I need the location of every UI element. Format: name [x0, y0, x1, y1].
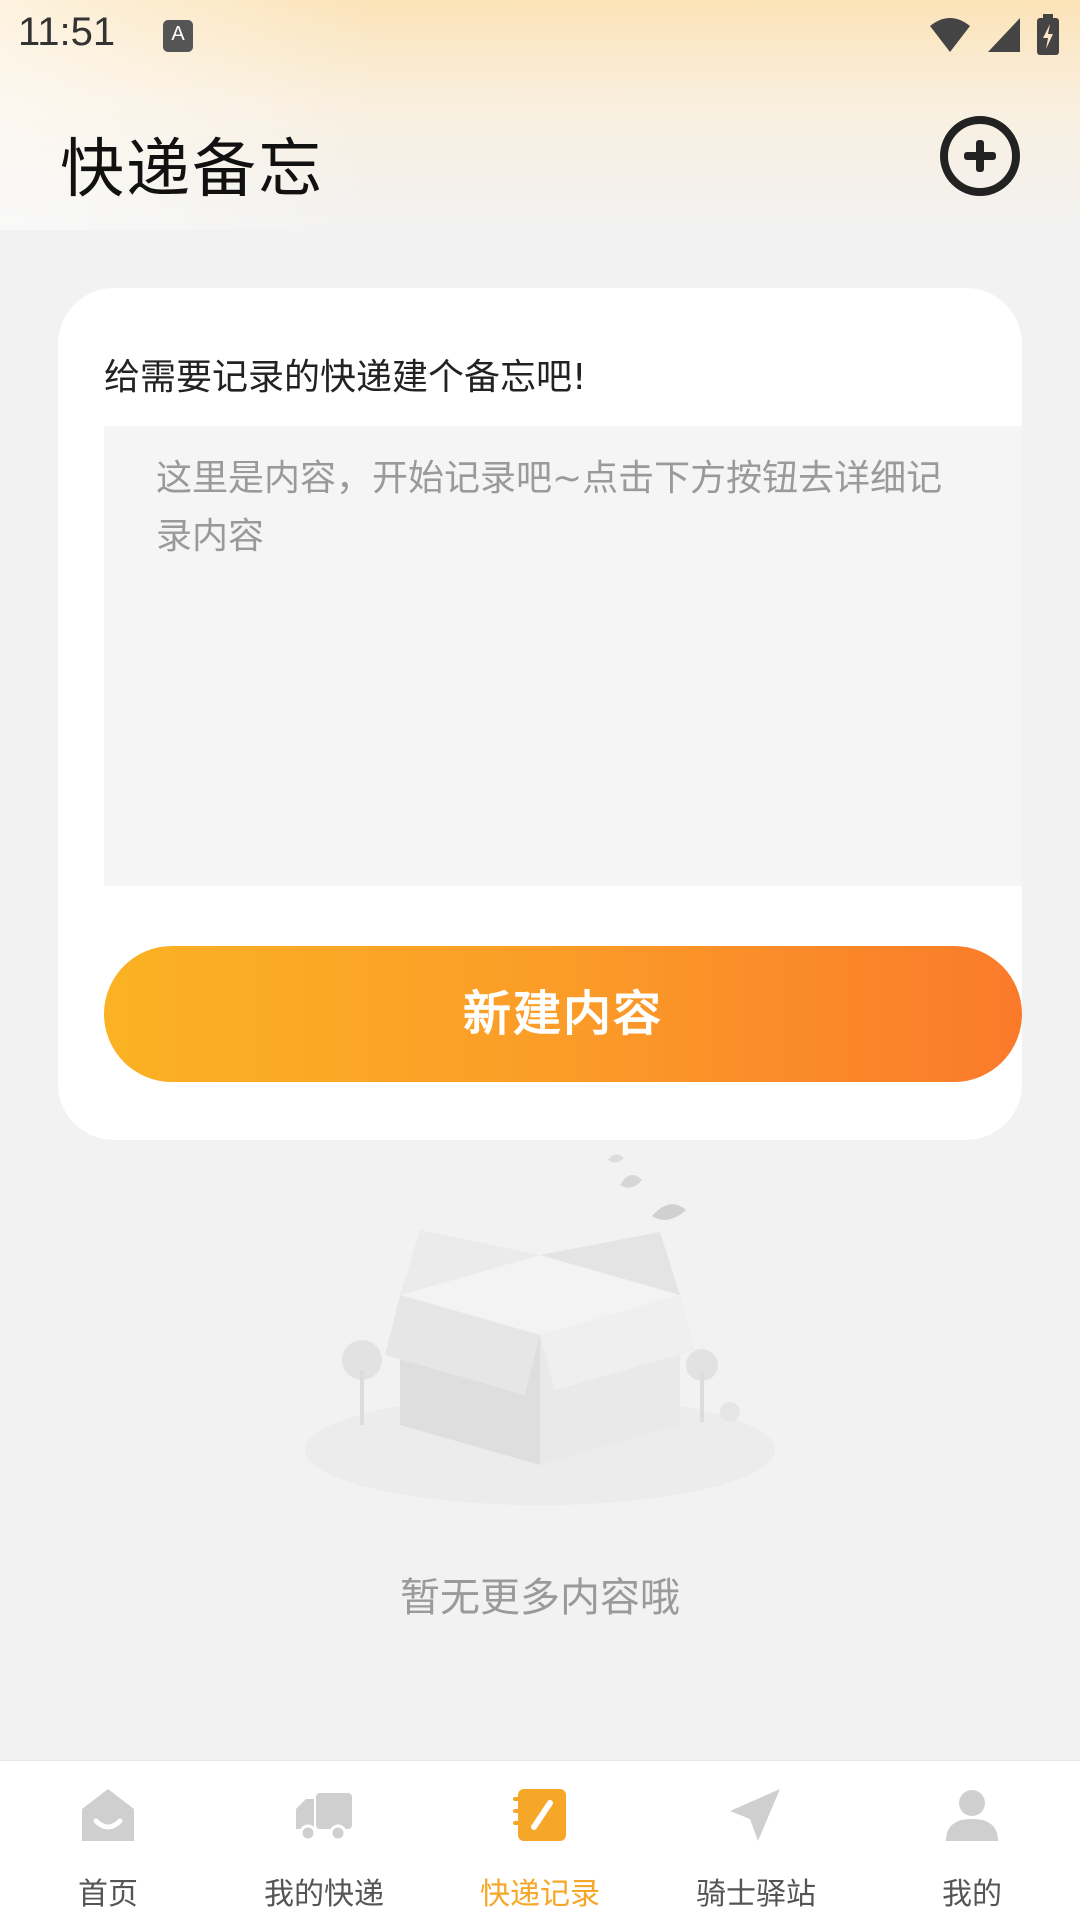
notebook-icon [513, 1789, 566, 1841]
bottom-tab-bar: 首页 我的快递 快递记录 骑士驿站 我的 [0, 1760, 1080, 1921]
truck-icon [296, 1793, 352, 1842]
tab-mine[interactable]: 我的 [864, 1761, 1080, 1921]
notification-a-letter: A [171, 23, 185, 45]
tab-label: 我的快递 [264, 1877, 384, 1912]
tab-label: 首页 [78, 1877, 138, 1912]
status-bar: 11:51 A [0, 0, 1080, 70]
empty-box-icon [305, 1154, 775, 1505]
tab-label: 快递记录 [480, 1877, 600, 1912]
tab-home[interactable]: 首页 [0, 1761, 216, 1921]
tab-my-express[interactable]: 我的快递 [216, 1761, 432, 1921]
status-time: 11:51 [18, 10, 116, 54]
add-memo-button[interactable] [940, 116, 1020, 196]
memo-heading: 给需要记录的快递建个备忘吧! [104, 357, 587, 398]
memo-card: 给需要记录的快递建个备忘吧! 这里是内容，开始记录吧~点击下方按钮去详细记录内容… [58, 288, 1022, 1140]
tab-label: 我的 [942, 1877, 1002, 1912]
notification-a-icon: A [163, 20, 193, 52]
battery-charging-icon [1037, 14, 1059, 55]
tab-express-records[interactable]: 快递记录 [432, 1761, 648, 1921]
signal-icon [988, 18, 1020, 52]
memo-content-area[interactable]: 这里是内容，开始记录吧~点击下方按钮去详细记录内容 [104, 426, 1022, 886]
paper-plane-icon [730, 1789, 780, 1841]
page-title: 快递备忘 [60, 133, 324, 207]
tab-knight-station[interactable]: 骑士驿站 [648, 1761, 864, 1921]
status-icons [928, 12, 1060, 58]
new-content-button[interactable]: 新建内容 [104, 946, 1022, 1082]
home-icon [82, 1789, 134, 1841]
tab-label: 骑士驿站 [696, 1877, 816, 1912]
empty-message: 暂无更多内容哦 [400, 1575, 680, 1621]
person-icon [946, 1790, 998, 1841]
wifi-icon [930, 18, 970, 52]
